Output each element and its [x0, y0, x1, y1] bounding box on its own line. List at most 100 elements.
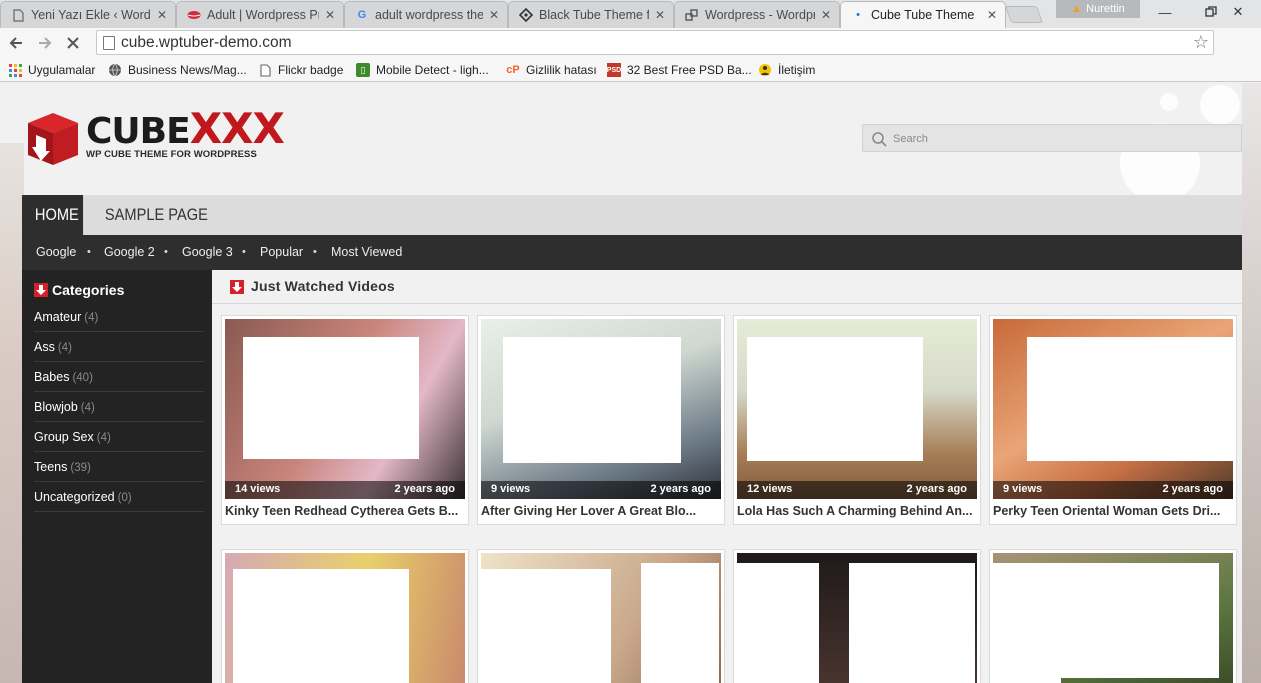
subnav-most-viewed[interactable]: Most Viewed — [331, 235, 402, 270]
subnav-google-2[interactable]: Google 2 — [104, 235, 155, 270]
browser-tab-active[interactable]: • Cube Tube Theme ✕ — [840, 1, 1006, 28]
redacted-area — [503, 337, 681, 463]
video-thumbnail[interactable] — [737, 553, 977, 683]
category-count: (4) — [96, 432, 111, 444]
category-link[interactable]: Uncategorized (0) — [34, 482, 204, 512]
bookmark-item[interactable]: İletişim — [758, 61, 815, 79]
close-icon[interactable]: ✕ — [487, 8, 501, 22]
bookmark-label: 32 Best Free PSD Ba... — [627, 63, 752, 77]
subnav-google[interactable]: Google — [36, 235, 76, 270]
video-views: 9 views — [491, 483, 531, 495]
back-arrow-icon — [9, 37, 22, 49]
separator-dot: • — [242, 246, 246, 258]
bookmark-label: Gizlilik hatası — [526, 63, 597, 77]
video-thumbnail[interactable]: 12 views 2 years ago — [737, 319, 977, 499]
close-icon[interactable]: ✕ — [155, 8, 169, 22]
category-link[interactable]: Amateur (4) — [34, 302, 204, 332]
tab-title: Adult | Wordpress Pre — [207, 8, 319, 22]
video-thumbnail[interactable] — [481, 553, 721, 683]
video-meta-bar: 9 views 2 years ago — [481, 481, 721, 499]
cp-icon: cP — [506, 64, 520, 76]
bookmark-item[interactable]: PSD 32 Best Free PSD Ba... — [607, 61, 752, 79]
category-count: (39) — [70, 462, 91, 474]
close-icon[interactable]: ✕ — [819, 8, 833, 22]
close-icon[interactable]: ✕ — [653, 8, 667, 22]
page-icon — [11, 8, 25, 22]
video-card[interactable]: 9 views 2 years ago Perky Teen Oriental … — [989, 315, 1237, 525]
bookmark-item[interactable]: cP Gizlilik hatası — [506, 61, 597, 79]
video-card[interactable] — [989, 549, 1237, 683]
video-card[interactable] — [733, 549, 981, 683]
video-thumbnail[interactable] — [225, 553, 465, 683]
logo-word-cube: CUBE — [86, 111, 191, 152]
background-decoration — [1242, 83, 1261, 683]
video-thumbnail[interactable]: 9 views 2 years ago — [993, 319, 1233, 499]
address-bar[interactable]: cube.wptuber-demo.com ☆ — [96, 30, 1214, 55]
search-icon[interactable] — [871, 131, 887, 147]
video-card[interactable]: 14 views 2 years ago Kinky Teen Redhead … — [221, 315, 469, 525]
subnav-popular[interactable]: Popular — [260, 235, 303, 270]
video-title[interactable]: After Giving Her Lover A Great Blo... — [481, 504, 721, 518]
minimize-button[interactable]: — — [1142, 0, 1188, 24]
close-icon — [67, 37, 79, 49]
category-name: Amateur — [34, 310, 82, 324]
video-card[interactable] — [221, 549, 469, 683]
browser-tab[interactable]: G adult wordpress them ✕ — [344, 1, 508, 28]
warning-icon: ▲ — [1071, 3, 1083, 15]
redacted-area — [849, 563, 975, 683]
bookmark-item[interactable]: ▯ Mobile Detect - ligh... — [356, 61, 489, 79]
category-link[interactable]: Group Sex (4) — [34, 422, 204, 452]
search-input[interactable] — [893, 129, 1233, 149]
category-count: (4) — [80, 402, 95, 414]
browser-tab[interactable]: Wordpress - Wordpre ✕ — [674, 1, 840, 28]
page-icon — [103, 36, 115, 50]
video-age: 2 years ago — [906, 483, 967, 495]
video-card[interactable] — [477, 549, 725, 683]
video-thumbnail[interactable] — [993, 553, 1233, 683]
nav-home[interactable]: HOME — [22, 195, 84, 235]
categories-sidebar: Categories Amateur (4) Ass (4) Babes (40) B… — [22, 270, 212, 683]
video-card[interactable]: 12 views 2 years ago Lola Has Such A Cha… — [733, 315, 981, 525]
video-thumbnail[interactable]: 14 views 2 years ago — [225, 319, 465, 499]
video-title[interactable]: Perky Teen Oriental Woman Gets Dri... — [993, 504, 1233, 518]
new-tab-button[interactable] — [1004, 6, 1044, 23]
bookmark-item[interactable]: Business News/Mag... — [108, 61, 247, 79]
tab-title: Black Tube Theme fo — [539, 8, 649, 22]
separator-dot: • — [313, 246, 317, 258]
separator-dot: • — [164, 246, 168, 258]
categories-heading: Categories — [34, 280, 124, 300]
category-link[interactable]: Blowjob (4) — [34, 392, 204, 422]
separator-dot: • — [87, 246, 91, 258]
lips-icon — [187, 8, 201, 22]
video-thumbnail[interactable]: 9 views 2 years ago — [481, 319, 721, 499]
video-meta-bar: 12 views 2 years ago — [737, 481, 977, 499]
bookmark-item[interactable]: Flickr badge — [258, 61, 343, 79]
video-card[interactable]: 9 views 2 years ago After Giving Her Lov… — [477, 315, 725, 525]
bookmark-star-icon[interactable]: ☆ — [1193, 32, 1209, 53]
nav-sample-page[interactable]: SAMPLE PAGE — [92, 195, 221, 235]
browser-tab[interactable]: Black Tube Theme fo ✕ — [508, 1, 674, 28]
logo-word-xxx: XXX — [189, 104, 285, 153]
video-title[interactable]: Lola Has Such A Charming Behind An... — [737, 504, 977, 518]
close-icon[interactable]: ✕ — [985, 8, 999, 22]
forward-button[interactable] — [34, 32, 56, 54]
category-name: Blowjob — [34, 400, 78, 414]
stop-loading-button[interactable] — [62, 32, 84, 54]
category-link[interactable]: Ass (4) — [34, 332, 204, 362]
redacted-area — [1027, 337, 1233, 461]
close-icon[interactable]: ✕ — [323, 8, 337, 22]
bookmark-label: Business News/Mag... — [128, 63, 247, 77]
profile-button[interactable]: ▲ Nurettin — [1056, 0, 1140, 18]
bookmark-apps[interactable]: Uygulamalar — [8, 61, 95, 79]
browser-tab[interactable]: Yeni Yazı Ekle ‹ Wordp ✕ — [0, 1, 176, 28]
category-link[interactable]: Babes (40) — [34, 362, 204, 392]
window-close-button[interactable]: ✕ — [1215, 0, 1261, 24]
subnav-google-3[interactable]: Google 3 — [182, 235, 233, 270]
site-logo[interactable]: CUBEXXX WP CUBE THEME FOR WORDPRESS — [24, 105, 285, 169]
video-title[interactable]: Kinky Teen Redhead Cytherea Gets B... — [225, 504, 465, 518]
category-name: Teens — [34, 460, 68, 474]
browser-tab[interactable]: Adult | Wordpress Pre ✕ — [176, 1, 344, 28]
back-button[interactable] — [5, 32, 27, 54]
category-link[interactable]: Teens (39) — [34, 452, 204, 482]
psd-icon: PSD — [607, 63, 621, 77]
